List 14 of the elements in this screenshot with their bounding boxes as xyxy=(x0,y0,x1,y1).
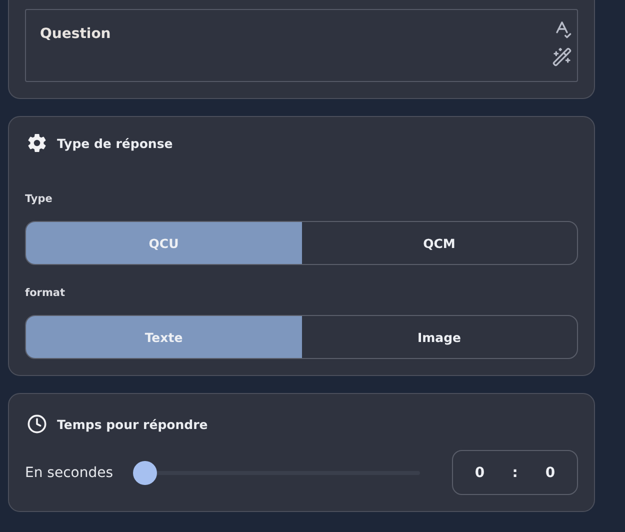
time-slider[interactable] xyxy=(133,460,420,484)
settings-icon xyxy=(27,133,47,153)
magic-wand-icon[interactable] xyxy=(552,47,572,67)
time-field[interactable]: 0 : 0 xyxy=(452,450,578,495)
field-label: format xyxy=(25,287,66,299)
question-field[interactable]: Question xyxy=(25,9,578,82)
field-label: Type xyxy=(25,193,54,205)
segment-option[interactable]: Image xyxy=(302,316,577,358)
slider-label: En secondes xyxy=(25,464,114,480)
section-title: Type de réponse xyxy=(57,136,173,150)
segment-option[interactable]: QCM xyxy=(302,222,577,264)
clock-icon xyxy=(27,414,47,434)
section-title: Temps pour répondre xyxy=(57,416,208,432)
slider-thumb[interactable] xyxy=(133,460,157,484)
